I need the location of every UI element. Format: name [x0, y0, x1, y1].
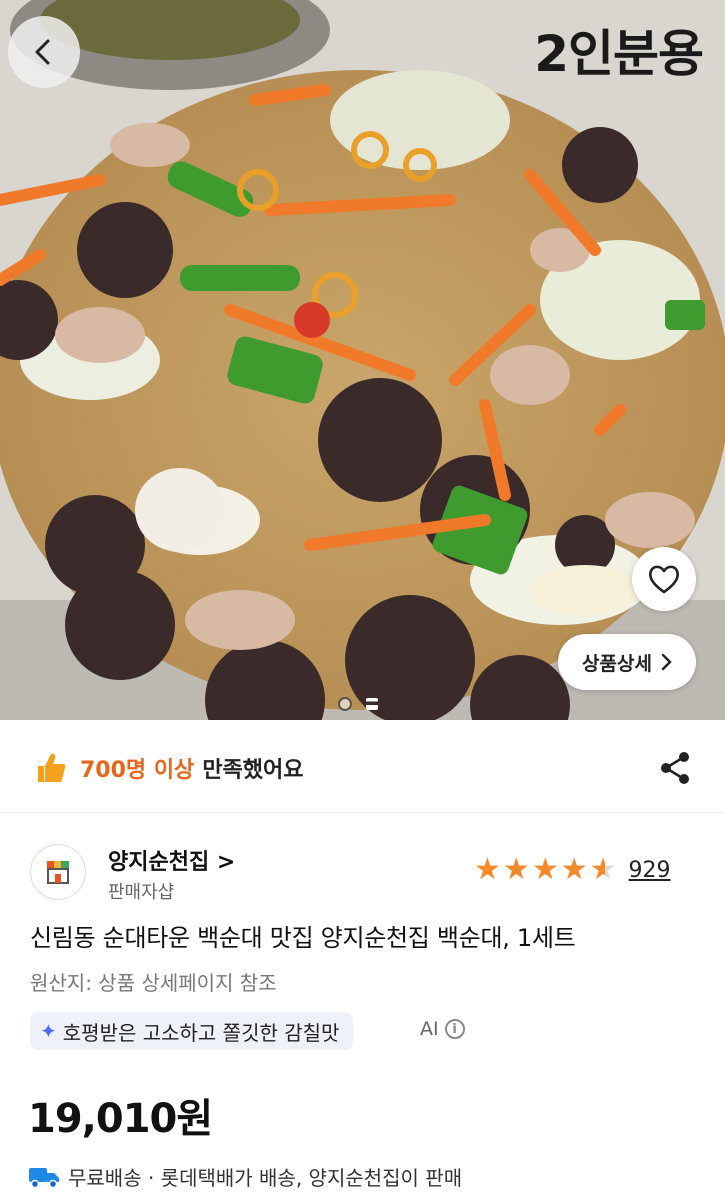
- ai-info-button[interactable]: AI i: [420, 1018, 465, 1040]
- carousel-dot-active[interactable]: [366, 698, 378, 710]
- product-title: 신림동 순대타운 백순대 맛집 양지순천집 백순대, 1세트: [30, 924, 576, 952]
- shipping-info: 무료배송 · 롯데택배가 배송, 양지순천집이 판매: [28, 1162, 462, 1191]
- satisfaction-count: 700명 이상: [80, 758, 195, 783]
- product-image-carousel[interactable]: 2인분용 상품상세: [0, 0, 725, 720]
- review-count-link[interactable]: 929: [629, 858, 671, 883]
- rating: ★ ★ ★ ★ ★ 929: [474, 855, 671, 885]
- star-icon: ★: [560, 852, 588, 887]
- thumbs-up-icon: [38, 753, 66, 782]
- back-button[interactable]: [8, 16, 80, 88]
- sparkle-icon: ✦: [40, 1019, 57, 1043]
- carousel-dot[interactable]: [338, 697, 352, 711]
- section-divider: [0, 812, 725, 813]
- chevron-left-icon: [35, 39, 50, 65]
- seller-logo[interactable]: [30, 844, 86, 900]
- product-price: 19,010원: [28, 1096, 213, 1142]
- satisfaction-text: 만족했어요: [202, 758, 304, 783]
- info-icon: i: [444, 1019, 465, 1039]
- store-icon: [47, 861, 69, 884]
- ai-label: AI: [420, 1018, 439, 1040]
- carousel-indicator: [338, 697, 378, 711]
- product-photo: [0, 0, 725, 720]
- star-icon: ★: [531, 852, 559, 887]
- serving-size-tag: 2인분용: [534, 25, 704, 83]
- star-icon: ★: [502, 852, 530, 887]
- product-detail-button[interactable]: 상품상세: [558, 634, 696, 690]
- seller-shop-label: 판매자샵: [108, 882, 175, 903]
- satisfaction-row: 700명 이상 만족했어요: [32, 746, 693, 790]
- chevron-right-icon: [661, 653, 672, 671]
- ai-summary-chip: ✦ 호평받은 고소하고 쫄깃한 감칠맛: [30, 1012, 354, 1050]
- product-detail-label: 상품상세: [582, 652, 652, 675]
- star-icon: ★: [474, 852, 501, 887]
- star-half-icon: ★: [589, 852, 617, 887]
- ai-summary-text: 호평받은 고소하고 쫄깃한 감칠맛: [62, 1020, 340, 1045]
- wishlist-button[interactable]: [632, 547, 696, 611]
- heart-icon: [649, 565, 679, 594]
- shipping-text: 무료배송 · 롯데택배가 배송, 양지순천집이 판매: [68, 1166, 463, 1190]
- product-origin: 원산지: 상품 상세페이지 참조: [30, 971, 277, 995]
- seller-name[interactable]: 양지순천집 >: [108, 844, 235, 876]
- share-icon[interactable]: [657, 750, 693, 786]
- truck-icon: [29, 1167, 59, 1188]
